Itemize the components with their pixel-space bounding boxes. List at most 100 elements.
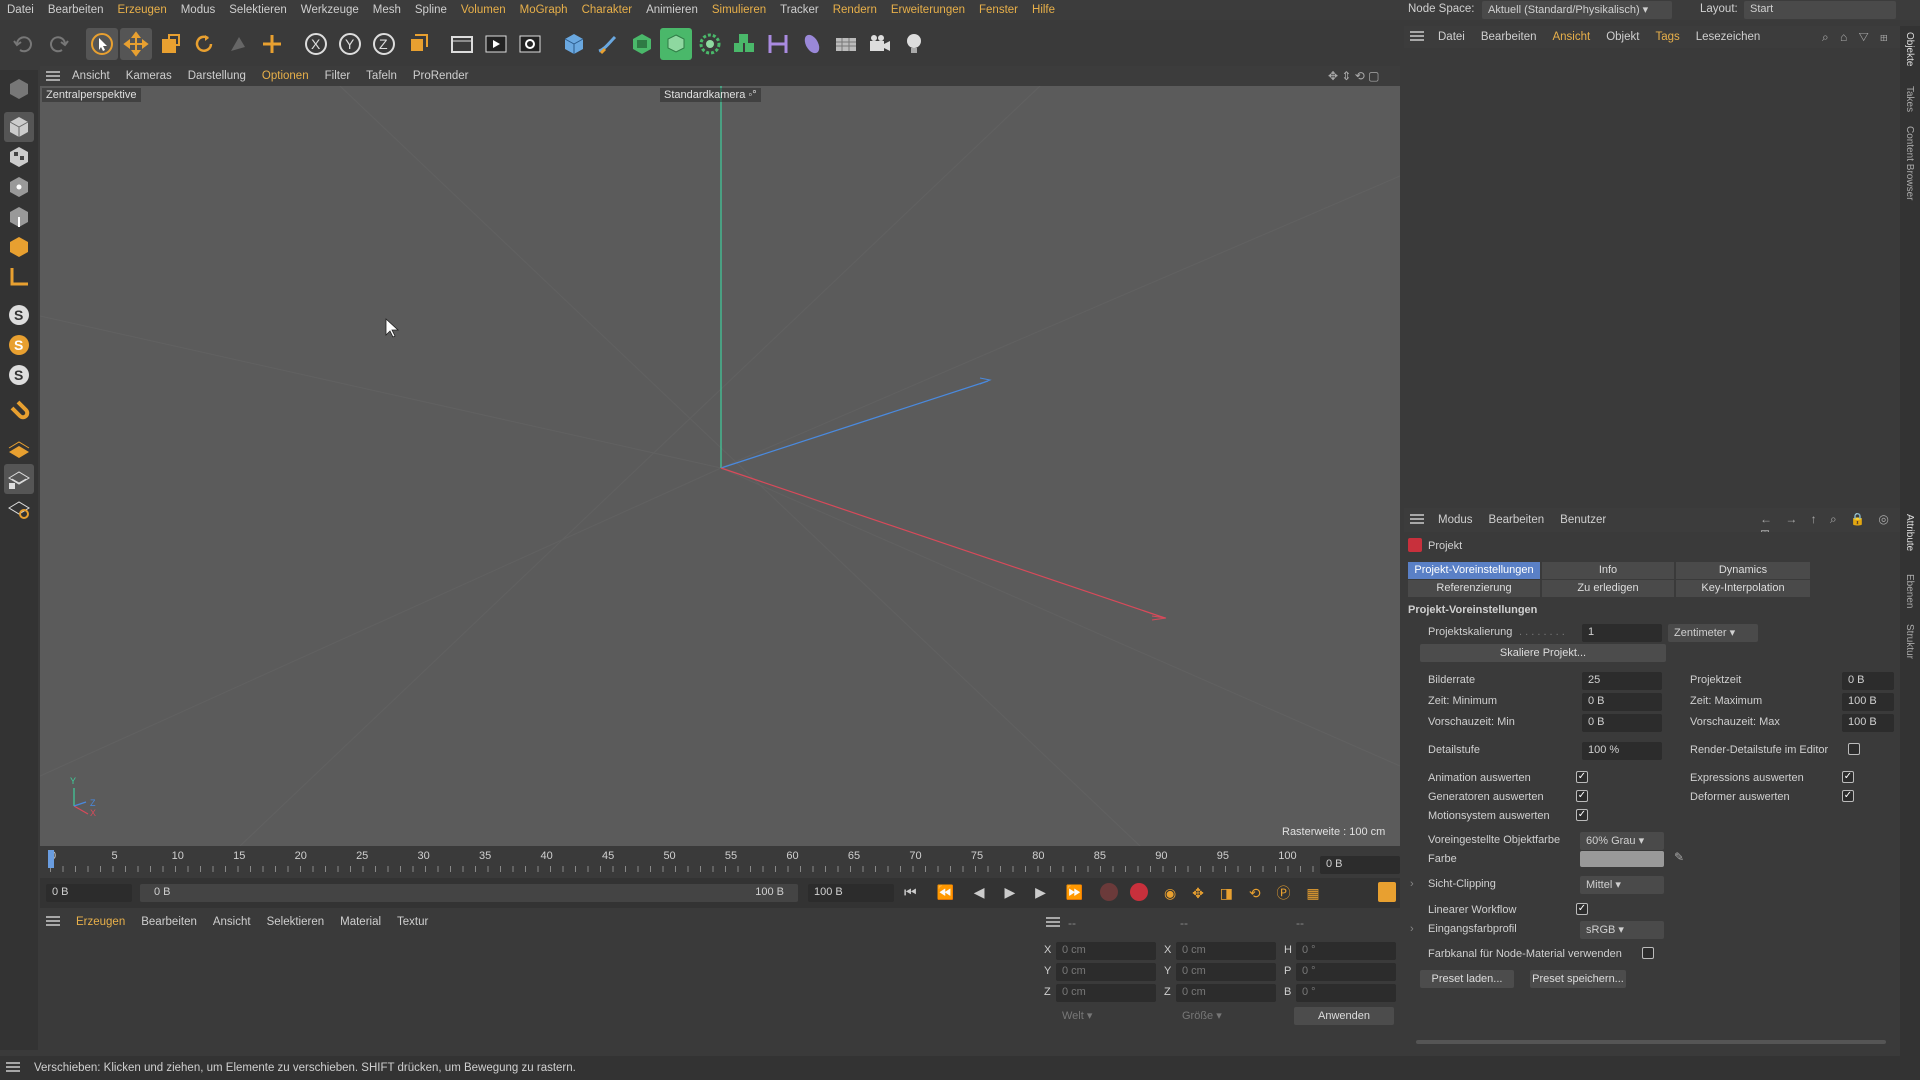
preset-save-button[interactable]: Preset speichern... [1530, 970, 1626, 988]
mograph-cloner-icon[interactable] [728, 28, 760, 60]
vp-menu-kameras[interactable]: Kameras [118, 70, 180, 82]
expand-arrow-icon[interactable]: › [1410, 923, 1414, 935]
coord-mode-select[interactable]: Welt ▾ [1056, 1007, 1156, 1025]
workplane-snap-icon[interactable]: S [4, 360, 34, 390]
menu-rendern[interactable]: Rendern [826, 4, 884, 16]
autokey-icon[interactable] [1100, 883, 1118, 901]
timeline-ruler[interactable]: 0 5 10 15 20 25 30 35 40 45 50 55 60 65 … [40, 848, 1400, 874]
z-axis-icon[interactable]: Z [368, 28, 400, 60]
menu-datei[interactable]: Datei [0, 4, 41, 16]
min-time-field[interactable]: 0 B [1582, 693, 1662, 711]
timeline-layout-icon[interactable] [1378, 882, 1396, 902]
scale-field[interactable]: 1 [1582, 624, 1662, 642]
menu-erzeugen[interactable]: Erzeugen [110, 4, 173, 16]
workplane-icon[interactable] [4, 434, 34, 464]
objmgr-tool-icons[interactable]: ⌕ ⌂ ▽ ⊞ [1822, 30, 1892, 45]
rotate-tool-icon[interactable] [188, 28, 220, 60]
record-icon[interactable] [1130, 883, 1148, 901]
objmgr-menu-icon[interactable] [1410, 30, 1424, 45]
menu-animieren[interactable]: Animieren [639, 4, 705, 16]
size-y-field[interactable]: 0 cm [1176, 963, 1276, 981]
rot-p-field[interactable]: 0 ° [1296, 963, 1396, 981]
apply-button[interactable]: Anwenden [1294, 1007, 1394, 1025]
eyedropper-icon[interactable]: ✎ [1674, 850, 1684, 864]
menu-selektieren[interactable]: Selektieren [222, 4, 294, 16]
menu-volumen[interactable]: Volumen [454, 4, 513, 16]
viewport-camera-label[interactable]: Standardkamera ◦° [660, 88, 761, 102]
animation-checkbox[interactable]: ✓ [1576, 771, 1588, 783]
size-mode-select[interactable]: Größe ▾ [1176, 1007, 1276, 1025]
lock-workplane-icon[interactable] [4, 464, 34, 494]
transport-controls[interactable]: ⏮ ⏪ ◀ ▶ ▶ ⏩ ⏭ [904, 884, 1124, 901]
node-material-checkbox[interactable] [1642, 947, 1654, 959]
magnet-icon[interactable] [4, 398, 34, 428]
playhead[interactable] [48, 850, 54, 868]
layout-select[interactable]: Start [1744, 1, 1896, 19]
y-axis-icon[interactable]: Y [334, 28, 366, 60]
pos-y-field[interactable]: 0 cm [1056, 963, 1156, 981]
undo-icon[interactable] [8, 28, 40, 60]
deformer-icon[interactable] [762, 28, 794, 60]
menu-simulieren[interactable]: Simulieren [705, 4, 773, 16]
viewport-nav-icons[interactable]: ✥ ⇕ ⟲ ▢ [1328, 69, 1380, 83]
tab-key-interpolation[interactable]: Key-Interpolation [1676, 580, 1810, 597]
fps-field[interactable]: 25 [1582, 672, 1662, 690]
subdivision-icon[interactable] [626, 28, 658, 60]
mat-menu-bearbeiten[interactable]: Bearbeiten [133, 916, 205, 928]
vp-menu-filter[interactable]: Filter [317, 70, 359, 82]
coord-menu-icon[interactable] [1046, 916, 1060, 931]
attr-menu-modus[interactable]: Modus [1430, 514, 1481, 526]
object-list[interactable] [1404, 48, 1900, 504]
render-lod-checkbox[interactable] [1848, 743, 1860, 755]
axis-mode-icon[interactable] [4, 262, 34, 292]
attr-menu-icon[interactable] [1410, 513, 1424, 528]
max-time-field[interactable]: 100 B [1842, 693, 1894, 711]
project-time-field[interactable]: 0 B [1842, 672, 1894, 690]
obj-menu-lesezeichen[interactable]: Lesezeichen [1688, 31, 1769, 43]
vp-menu-optionen[interactable]: Optionen [254, 70, 317, 82]
preset-load-button[interactable]: Preset laden... [1420, 970, 1514, 988]
deformer-checkbox[interactable]: ✓ [1842, 790, 1854, 802]
live-select-icon[interactable] [256, 28, 288, 60]
attr-menu-benutzer[interactable]: Benutzer [1552, 514, 1614, 526]
material-area[interactable] [40, 934, 1040, 1050]
edges-mode-icon[interactable] [4, 202, 34, 232]
preview-min-field[interactable]: 0 B [1582, 714, 1662, 732]
render-region-icon[interactable] [446, 28, 478, 60]
vtab-ebenen[interactable]: Ebenen [1904, 574, 1915, 608]
end-frame-field[interactable]: 100 B [808, 884, 894, 902]
cloner-icon[interactable] [694, 28, 726, 60]
scale-tool-icon[interactable] [154, 28, 186, 60]
make-editable-icon[interactable] [4, 74, 34, 104]
menu-hilfe[interactable]: Hilfe [1025, 4, 1062, 16]
light-icon[interactable] [898, 28, 930, 60]
material-menu-icon[interactable] [46, 915, 60, 930]
vtab-struktur[interactable]: Struktur [1904, 624, 1915, 659]
floor-icon[interactable] [830, 28, 862, 60]
polygons-mode-icon[interactable] [4, 232, 34, 262]
tab-dynamics[interactable]: Dynamics [1676, 562, 1810, 579]
menu-fenster[interactable]: Fenster [972, 4, 1025, 16]
pos-z-field[interactable]: 0 cm [1056, 984, 1156, 1002]
obj-menu-objekt[interactable]: Objekt [1598, 31, 1647, 43]
clipping-select[interactable]: Mittel ▾ [1580, 876, 1664, 894]
menu-modus[interactable]: Modus [174, 4, 223, 16]
vp-menu-darstellung[interactable]: Darstellung [180, 70, 254, 82]
generators-checkbox[interactable]: ✓ [1576, 790, 1588, 802]
mat-menu-textur[interactable]: Textur [389, 916, 436, 928]
obj-menu-tags[interactable]: Tags [1647, 31, 1687, 43]
cube-icon[interactable] [558, 28, 590, 60]
menu-mograph[interactable]: MoGraph [513, 4, 575, 16]
node-space-select[interactable]: Aktuell (Standard/Physikalisch) ▾ [1482, 1, 1672, 19]
pos-x-field[interactable]: 0 cm [1056, 942, 1156, 960]
obj-menu-datei[interactable]: Datei [1430, 31, 1473, 43]
expressions-checkbox[interactable]: ✓ [1842, 771, 1854, 783]
3d-viewport[interactable]: Zentralperspektive Standardkamera ◦° Ras… [40, 86, 1400, 846]
tab-projekt-voreinstellungen[interactable]: Projekt-Voreinstellungen [1408, 562, 1540, 579]
model-mode-icon[interactable] [4, 112, 34, 142]
vp-menu-prorender[interactable]: ProRender [405, 70, 477, 82]
scale-project-button[interactable]: Skaliere Projekt... [1420, 644, 1666, 662]
color-swatch[interactable] [1580, 851, 1664, 867]
camera-icon[interactable] [864, 28, 896, 60]
pen-icon[interactable] [592, 28, 624, 60]
